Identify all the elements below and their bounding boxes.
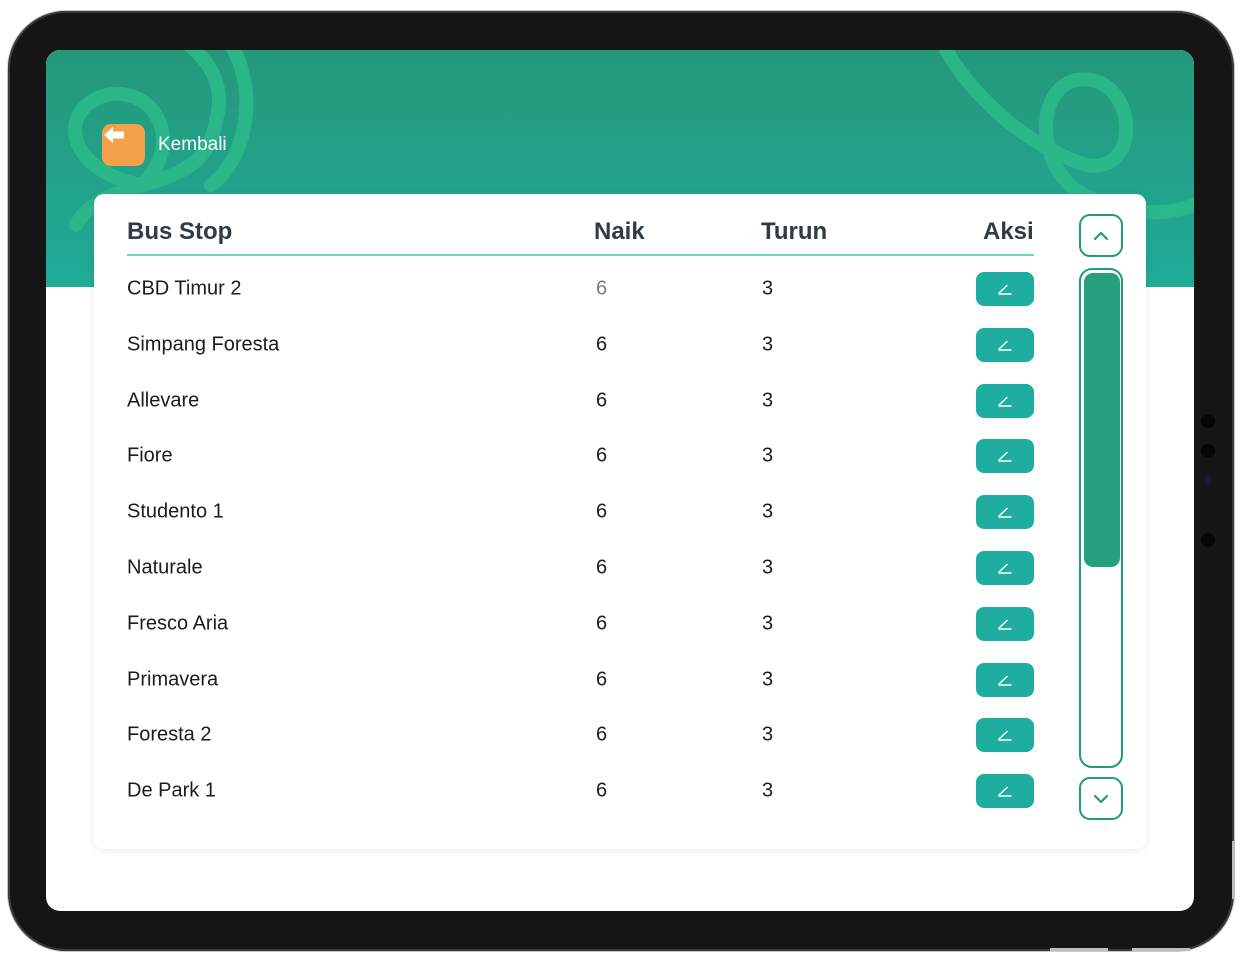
edit-button[interactable] — [976, 718, 1034, 753]
scroll-down-button[interactable] — [1079, 777, 1123, 820]
edit-button[interactable] — [976, 551, 1034, 585]
turun-count: 3 — [762, 556, 774, 579]
naik-count: 6 — [596, 333, 608, 356]
camera-dot — [1201, 414, 1215, 428]
header-divider — [127, 254, 1034, 256]
edit-button[interactable] — [976, 606, 1034, 641]
edit-button[interactable] — [976, 774, 1034, 809]
table-row: De Park 1 6 3 — [94, 763, 1054, 819]
bus-stop-name: Simpang Foresta — [127, 333, 280, 356]
bus-stop-name: Naturale — [127, 556, 203, 579]
turun-count: 3 — [762, 333, 774, 356]
naik-count: 6 — [596, 444, 608, 467]
turun-count: 3 — [762, 723, 774, 746]
bottom-button — [1132, 948, 1190, 951]
turun-count: 3 — [762, 389, 774, 412]
naik-count: 6 — [596, 612, 608, 635]
turun-count: 3 — [762, 668, 774, 691]
edit-button[interactable] — [976, 327, 1034, 362]
camera-dot — [1201, 533, 1215, 547]
turun-count: 3 — [762, 779, 774, 802]
naik-count: 6 — [596, 723, 608, 746]
edit-button[interactable] — [976, 383, 1034, 418]
column-header-bus-stop: Bus Stop — [127, 218, 233, 245]
table-row: Naturale 6 3 — [94, 540, 1054, 596]
naik-count: 6 — [596, 668, 608, 691]
naik-count: 6 — [596, 389, 608, 412]
bus-stop-name: Fresco Aria — [127, 612, 229, 635]
turun-count: 3 — [762, 444, 774, 467]
turun-count: 3 — [762, 612, 774, 635]
turun-count: 3 — [762, 500, 774, 523]
bus-stop-name: Foresta 2 — [127, 723, 212, 746]
edit-button[interactable] — [976, 495, 1034, 530]
table-row: Simpang Foresta 6 3 — [94, 317, 1054, 373]
edit-button[interactable] — [976, 439, 1034, 474]
bus-stop-name: Studento 1 — [127, 500, 224, 523]
edit-icon — [998, 340, 1012, 351]
table-row: Fresco Aria 6 3 — [94, 596, 1054, 652]
bottom-button — [1050, 948, 1108, 951]
camera-dot — [1201, 444, 1215, 458]
bus-stop-name: De Park 1 — [127, 779, 216, 802]
bus-stop-name: Allevare — [127, 389, 200, 412]
app-screen: Kembali Bus Stop Naik Turun Aksi CBD Tim… — [46, 50, 1194, 911]
arrow-left-icon — [104, 127, 124, 143]
bus-stop-table-card: Bus Stop Naik Turun Aksi CBD Timur 2 6 3 Si… — [94, 194, 1146, 849]
bus-stop-name: Fiore — [127, 444, 173, 467]
edit-icon — [998, 731, 1012, 742]
table-row: Fiore 6 3 — [94, 428, 1054, 484]
scroll-up-button[interactable] — [1079, 214, 1123, 257]
table-row: Foresta 2 6 3 — [94, 707, 1054, 763]
scrollbar-thumb[interactable] — [1084, 273, 1120, 567]
naik-count: 6 — [596, 500, 608, 523]
edit-icon — [998, 619, 1012, 630]
bus-stop-name: Primavera — [127, 668, 219, 691]
table-row: CBD Timur 2 6 3 — [94, 261, 1054, 317]
camera-lens — [1204, 476, 1212, 484]
edit-icon — [998, 396, 1012, 407]
edit-icon — [998, 786, 1012, 797]
edit-button[interactable] — [976, 662, 1034, 697]
table-row: Allevare 6 3 — [94, 373, 1054, 429]
table-row: Studento 1 6 3 — [94, 484, 1054, 540]
naik-count: 6 — [596, 277, 608, 300]
edit-icon — [998, 452, 1012, 463]
naik-count: 6 — [596, 779, 608, 802]
bus-stop-name: CBD Timur 2 — [127, 277, 242, 300]
column-header-naik: Naik — [594, 218, 645, 245]
turun-count: 3 — [762, 277, 774, 300]
edit-button[interactable] — [976, 272, 1034, 306]
back-button[interactable] — [102, 124, 145, 166]
column-header-turun: Turun — [761, 218, 828, 245]
chevron-down-icon — [1093, 794, 1109, 803]
side-button — [1232, 841, 1235, 899]
chevron-up-icon — [1093, 231, 1109, 240]
edit-icon — [998, 284, 1012, 295]
back-label[interactable]: Kembali — [158, 134, 227, 156]
column-header-aksi: Aksi — [983, 218, 1034, 245]
scrollbar-track[interactable] — [1079, 268, 1123, 768]
table-row: Primavera 6 3 — [94, 652, 1054, 708]
edit-icon — [998, 507, 1012, 518]
edit-icon — [998, 675, 1012, 686]
naik-count: 6 — [596, 556, 608, 579]
edit-icon — [998, 563, 1012, 574]
